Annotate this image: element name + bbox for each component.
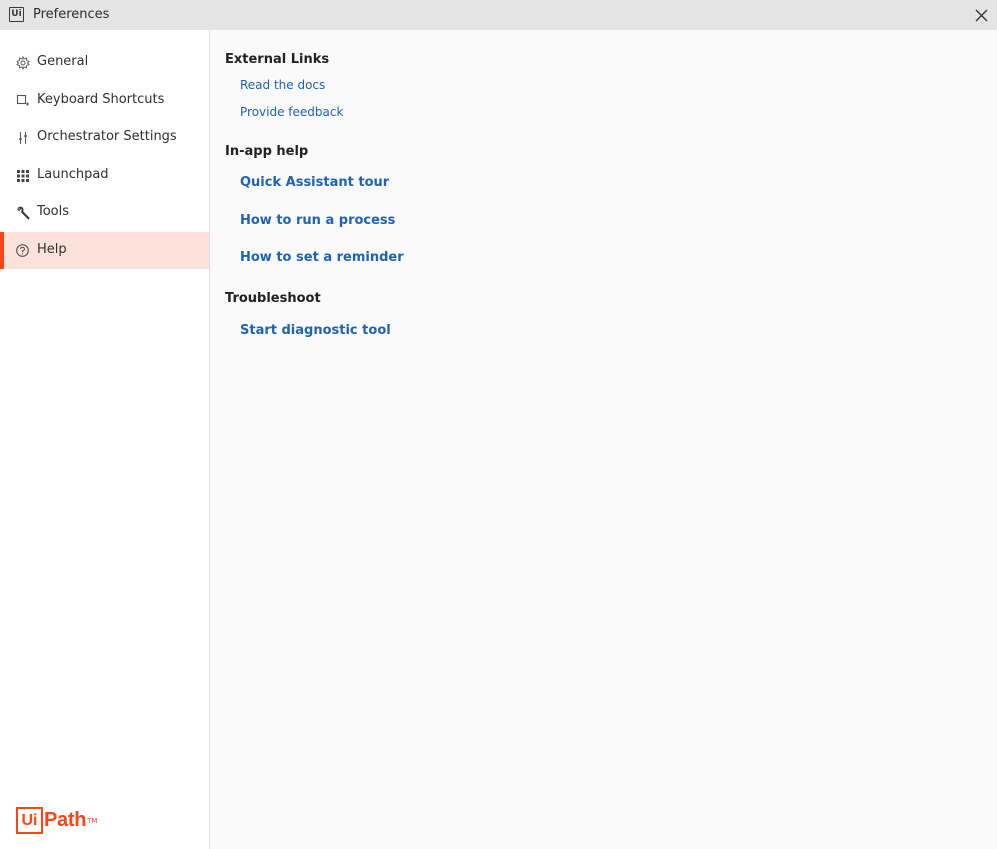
logo-text: Path xyxy=(44,809,87,831)
how-to-run-process-link[interactable]: How to run a process xyxy=(240,213,395,228)
uipath-app-icon: Ui xyxy=(9,7,24,22)
sidebar-item-label: Launchpad xyxy=(37,167,109,182)
close-button[interactable] xyxy=(971,5,991,25)
wrench-icon xyxy=(15,205,30,220)
close-icon xyxy=(975,9,987,21)
help-circle-icon xyxy=(15,243,30,258)
gear-icon xyxy=(15,55,30,70)
sidebar-item-general[interactable]: General xyxy=(0,44,209,81)
sidebar-item-label: General xyxy=(37,54,89,69)
quick-assistant-tour-link[interactable]: Quick Assistant tour xyxy=(240,175,389,190)
window-title: Preferences xyxy=(33,7,110,22)
troubleshoot-heading: Troubleshoot xyxy=(225,291,321,306)
logo-trademark: TM xyxy=(87,816,98,825)
sidebar-item-help[interactable]: Help xyxy=(0,232,209,269)
sidebar: General Keyboard Shortcuts Orchestrator … xyxy=(0,30,210,849)
sidebar-item-keyboard-shortcuts[interactable]: Keyboard Shortcuts xyxy=(0,82,209,119)
grid-icon xyxy=(15,168,30,183)
provide-feedback-link[interactable]: Provide feedback xyxy=(240,105,343,119)
help-panel: External Links Read the docs Provide fee… xyxy=(210,30,997,849)
sidebar-item-label: Keyboard Shortcuts xyxy=(37,92,165,107)
logo-box: Ui xyxy=(16,807,43,834)
title-bar: Ui Preferences xyxy=(0,0,997,30)
sidebar-item-orchestrator-settings[interactable]: Orchestrator Settings xyxy=(0,119,209,156)
sidebar-item-launchpad[interactable]: Launchpad xyxy=(0,157,209,194)
sliders-icon xyxy=(15,130,30,145)
sidebar-item-label: Orchestrator Settings xyxy=(37,129,177,144)
sidebar-item-label: Tools xyxy=(37,204,70,219)
in-app-help-heading: In-app help xyxy=(225,144,309,159)
keyboard-shortcut-icon xyxy=(15,93,30,108)
start-diagnostic-tool-link[interactable]: Start diagnostic tool xyxy=(240,323,391,338)
external-links-heading: External Links xyxy=(225,52,330,67)
uipath-logo: Ui Path TM xyxy=(16,807,97,834)
preferences-window: Ui Preferences General Keyboard Shortcut… xyxy=(0,0,997,849)
read-the-docs-link[interactable]: Read the docs xyxy=(240,78,325,92)
how-to-set-reminder-link[interactable]: How to set a reminder xyxy=(240,250,404,265)
sidebar-item-tools[interactable]: Tools xyxy=(0,194,209,231)
sidebar-item-label: Help xyxy=(37,242,67,257)
